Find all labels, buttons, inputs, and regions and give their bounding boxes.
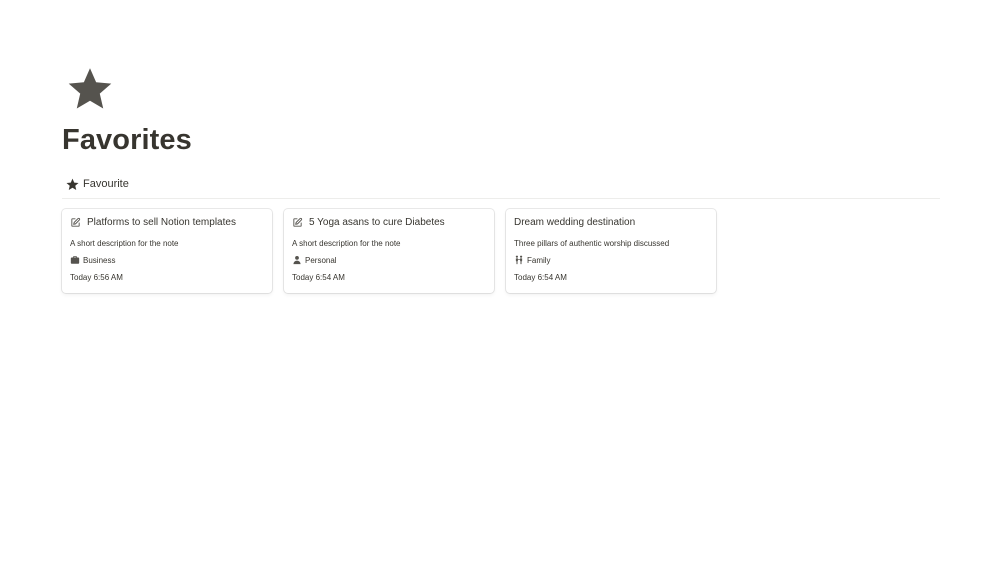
card-description: A short description for the note	[292, 239, 401, 248]
gallery-card[interactable]: Platforms to sell Notion templates A sho…	[62, 209, 272, 293]
card-description: A short description for the note	[70, 239, 179, 248]
gallery-card[interactable]: 5 Yoga asans to cure Diabetes A short de…	[284, 209, 494, 293]
card-title-row: Platforms to sell Notion templates	[70, 217, 236, 228]
edit-note-icon	[71, 217, 81, 227]
card-title: Platforms to sell Notion templates	[87, 217, 236, 228]
star-icon[interactable]	[66, 66, 114, 112]
card-category: Family	[514, 255, 551, 265]
tab-label: Favourite	[83, 178, 129, 190]
card-category-label: Family	[527, 255, 551, 265]
page: Favorites Favourite Platforms to sell No…	[0, 0, 1005, 565]
family-icon	[515, 255, 523, 265]
card-date: Today 6:54 AM	[292, 273, 345, 282]
card-title: Dream wedding destination	[514, 217, 636, 228]
view-bar: Favourite	[62, 170, 940, 199]
card-title-row: Dream wedding destination	[514, 217, 635, 228]
card-category-label: Business	[83, 255, 116, 265]
person-icon	[293, 256, 301, 265]
gallery-card[interactable]: Dream wedding destination Three pillars …	[506, 209, 716, 293]
card-title: 5 Yoga asans to cure Diabetes	[309, 217, 445, 228]
star-icon	[66, 178, 79, 190]
card-category: Personal	[292, 255, 337, 265]
card-category-label: Personal	[305, 255, 337, 265]
edit-note-icon	[293, 217, 303, 227]
card-title-row: 5 Yoga asans to cure Diabetes	[292, 217, 445, 228]
card-date: Today 6:54 AM	[514, 273, 567, 282]
gallery-view: Platforms to sell Notion templates A sho…	[62, 209, 942, 295]
card-category: Business	[70, 255, 115, 265]
page-title: Favorites	[62, 124, 192, 156]
card-description: Three pillars of authentic worship discu…	[514, 239, 670, 248]
card-date: Today 6:56 AM	[70, 273, 123, 282]
briefcase-icon	[70, 256, 80, 264]
tab-favourite[interactable]: Favourite	[66, 176, 129, 192]
